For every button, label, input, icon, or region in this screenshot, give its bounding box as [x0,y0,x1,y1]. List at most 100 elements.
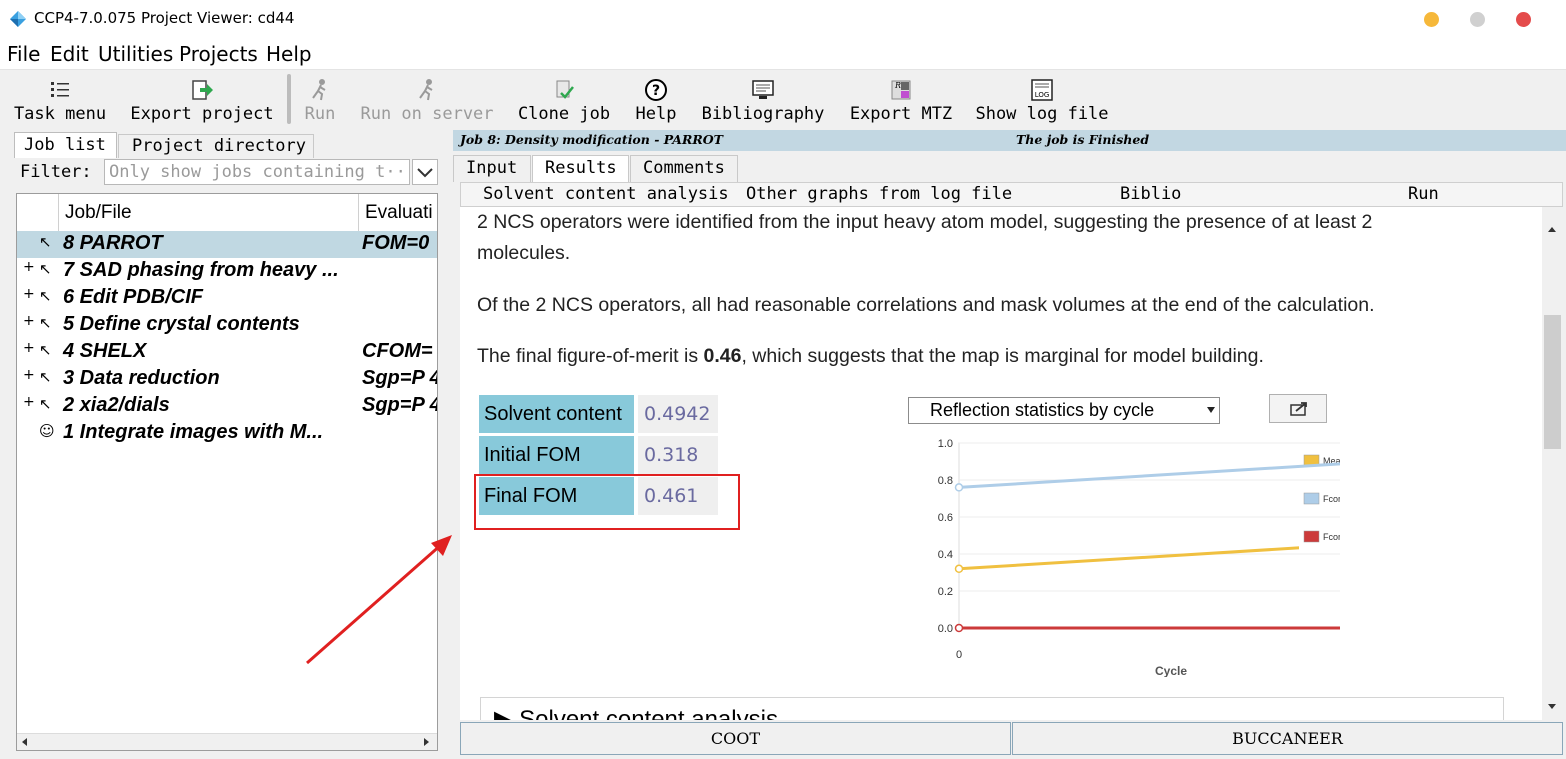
job-status-icon: ↖ [39,314,52,332]
report-para-fom: The final figure-of-merit is 0.46, which… [477,345,1264,367]
job-row[interactable]: + ↖ 7 SAD phasing from heavy ... [17,258,437,285]
chevron-down-icon [417,168,433,178]
graph-selector[interactable]: Reflection statistics by cycle [908,397,1220,424]
ccp4-app-icon [9,10,27,28]
help-icon: ? [644,78,668,102]
menu-file[interactable]: File [7,42,40,66]
job-status-icon: ↖ [39,341,52,359]
job-status-icon: ↖ [39,260,52,278]
job-evaluation: Sgp=P 4 [362,367,437,389]
bottom-button-bar: COOT BUCCANEER [460,722,1563,755]
job-row[interactable]: + ↖ 6 Edit PDB/CIF [17,285,437,312]
expand-icon[interactable]: + [23,340,35,356]
job-evaluation: FOM=0 [362,232,430,254]
menu-edit[interactable]: Edit [50,42,89,66]
filter-label: Filter: [20,162,92,182]
menu-utilities[interactable]: Utilities [98,42,173,66]
vertical-scrollbar[interactable] [1542,207,1563,720]
report-para-ncs: 2 NCS operators were identified from the… [477,211,1373,233]
minimize-button[interactable] [1424,12,1439,27]
filter-dropdown-button[interactable] [412,159,438,185]
subtab-other-graphs[interactable]: Other graphs from log file [746,184,1012,204]
scroll-down-icon[interactable] [1547,703,1557,711]
expand-icon[interactable]: + [23,286,35,302]
coot-button[interactable]: COOT [460,722,1011,755]
window-title: CCP4-7.0.075 Project Viewer: cd44 [34,9,295,27]
dropdown-arrow-icon [1207,407,1215,413]
scroll-up-icon[interactable] [1547,225,1557,233]
subtab-biblio[interactable]: Biblio [1120,184,1181,204]
toolbar-separator [287,74,291,124]
job-label: 6 Edit PDB/CIF [63,286,204,308]
job-row[interactable]: + ↖ 3 Data reduction Sgp=P 4 [17,366,437,393]
job-title: Job 8: Density modification - PARROT [460,132,723,147]
stat-label-initial-fom: Initial FOM [479,436,634,474]
legend-label: Fcorrel_work [1323,494,1340,504]
bibliography-button[interactable]: Bibliography [698,74,828,126]
run-on-server-button[interactable]: Run on server [356,74,498,126]
expand-icon[interactable]: + [23,367,35,383]
data-point [954,564,964,574]
log-file-icon: LOG [1030,78,1054,102]
y-tick-label: 0.2 [938,586,953,598]
y-tick-label: 0.8 [938,475,953,487]
x-axis-label: Cycle [1155,664,1187,677]
scrollbar-thumb[interactable] [1544,315,1561,449]
solvent-content-section[interactable]: ▶ Solvent content analysis [480,697,1504,720]
tab-input[interactable]: Input [453,155,531,182]
graph-selector-value: Reflection statistics by cycle [930,400,1155,420]
job-row[interactable]: + ↖ 5 Define crystal contents [17,312,437,339]
buccaneer-button[interactable]: BUCCANEER [1012,722,1563,755]
report-content: 2 NCS operators were identified from the… [460,207,1542,720]
menu-help[interactable]: Help [266,42,312,66]
export-mtz-button[interactable]: R Export MTZ [846,74,956,126]
column-evaluation[interactable]: Evaluati [365,202,437,224]
bibliography-icon [751,78,775,102]
plot-area [958,442,1340,629]
scroll-right-icon[interactable] [421,737,431,747]
smiley-icon: ☺ [39,422,55,440]
job-row[interactable]: ☺ 1 Integrate images with M... [17,420,437,447]
scroll-left-icon[interactable] [20,737,30,747]
x-tick-label: 0 [956,649,962,661]
expand-icon[interactable]: + [23,259,35,275]
subtab-solvent-content[interactable]: Solvent content analysis [483,184,729,204]
job-row[interactable]: + ↖ 2 xia2/dials Sgp=P 4 [17,393,437,420]
highlight-box [474,474,740,530]
close-button[interactable] [1516,12,1531,27]
job-row[interactable]: + ↖ 4 SHELX CFOM= [17,339,437,366]
popout-graph-button[interactable] [1269,394,1327,423]
column-job-file[interactable]: Job/File [65,202,132,224]
tab-comments[interactable]: Comments [630,155,738,182]
horizontal-scrollbar[interactable] [17,733,437,750]
y-tick-label: 1.0 [938,438,953,450]
tab-job-list[interactable]: Job list [14,132,117,158]
job-row[interactable]: ↖ 8 PARROT FOM=0 [17,231,437,258]
menu-projects[interactable]: Projects [179,42,258,66]
subtab-run[interactable]: Run [1408,184,1439,204]
maximize-button[interactable] [1470,12,1485,27]
expand-icon[interactable]: + [23,394,35,410]
show-log-file-button[interactable]: LOG Show log file [972,74,1112,126]
tab-results[interactable]: Results [532,155,629,182]
expand-icon[interactable]: + [23,313,35,329]
job-label: 5 Define crystal contents [63,313,300,335]
job-evaluation: Sgp=P 4 [362,394,437,416]
tab-project-directory[interactable]: Project directory [118,134,314,158]
clone-job-button[interactable]: Clone job [514,74,614,126]
export-project-icon [190,78,214,102]
legend-label: Fcorrel_free [1323,532,1340,542]
job-label: 2 xia2/dials [63,394,170,416]
y-tick-label: 0.6 [938,512,953,524]
filter-input[interactable]: Only show jobs containing t··· [104,159,410,185]
clone-job-icon [552,78,576,102]
data-point [954,483,964,492]
job-status-icon: ↖ [39,287,52,305]
export-project-button[interactable]: Export project [128,74,276,126]
export-mtz-icon: R [889,78,913,102]
help-button[interactable]: ? Help [630,74,682,126]
run-button[interactable]: Run [298,74,342,126]
reflection-stats-chart: 1.00.80.60.40.20.001CycleMean_FOMFcorrel… [938,438,1340,677]
stat-label-solvent-content: Solvent content [479,395,634,433]
task-menu-button[interactable]: Task menu [10,74,110,126]
